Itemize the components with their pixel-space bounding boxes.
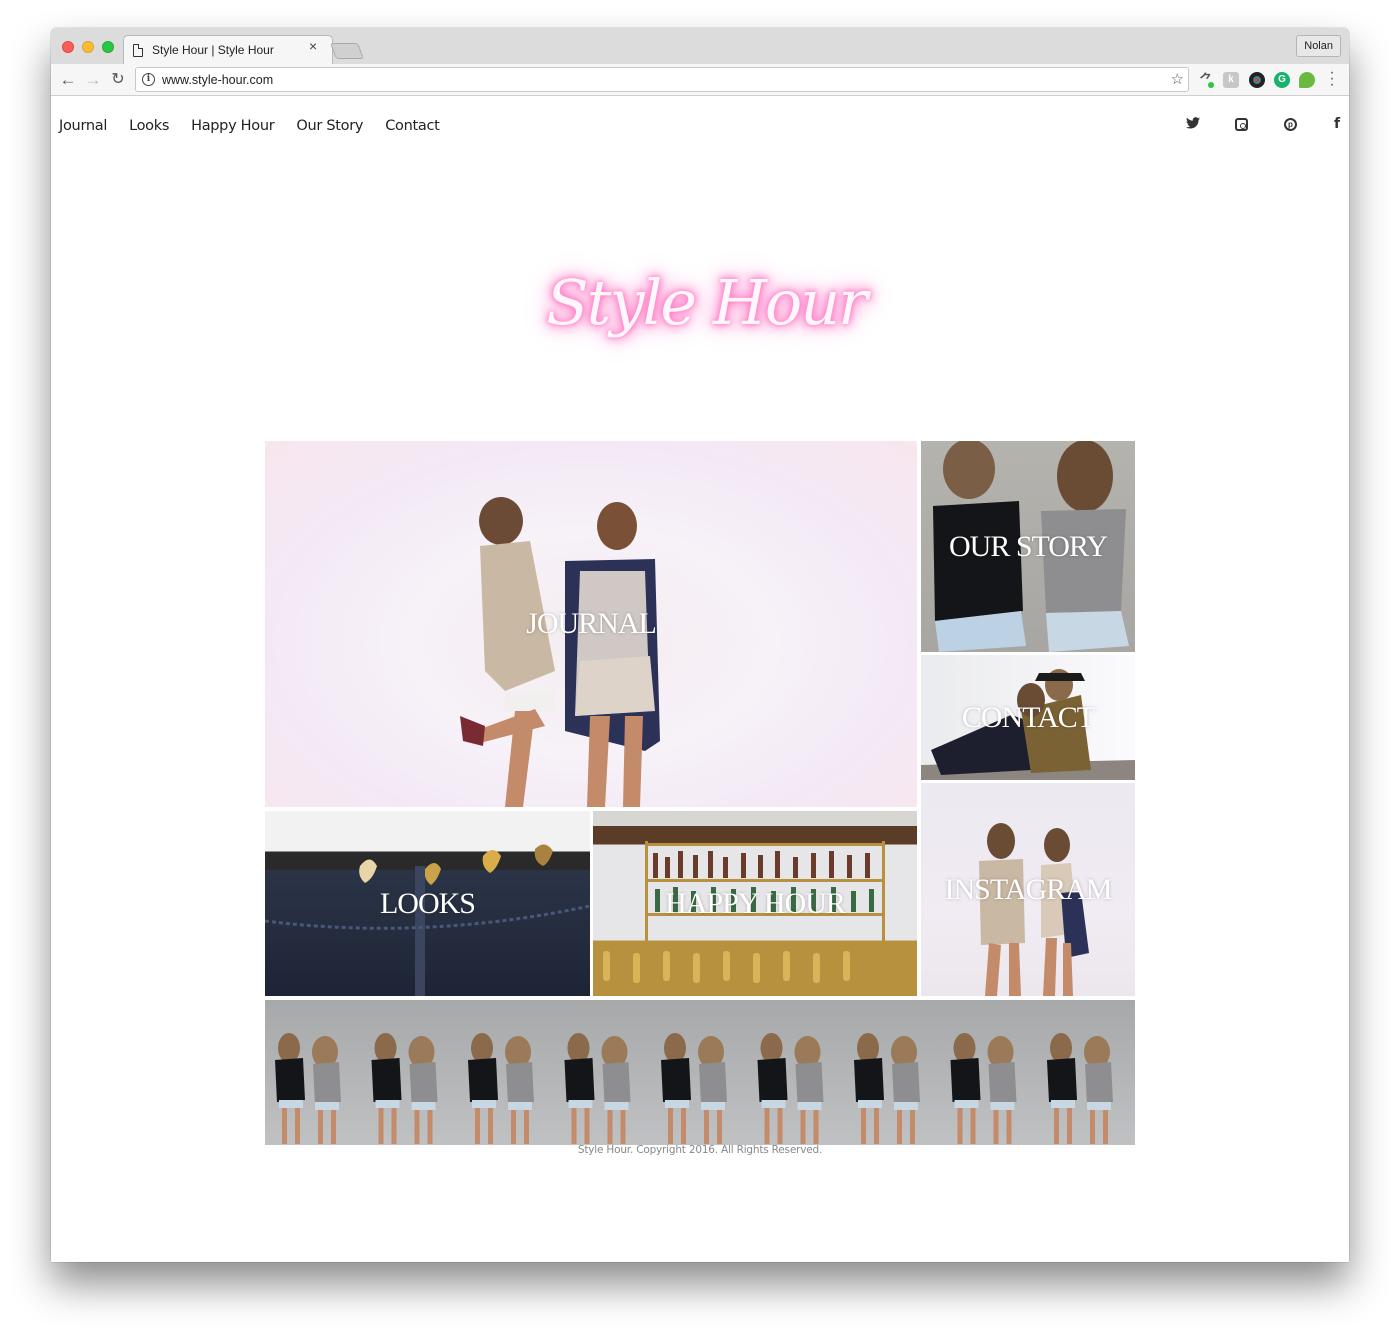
evernote-icon[interactable] <box>1299 72 1315 88</box>
nav-journal[interactable]: Journal <box>59 118 107 134</box>
logo-neon-text: Style Hour <box>546 266 868 339</box>
tile-label-our-story: OUR STORY <box>949 529 1108 563</box>
instagram-icon[interactable] <box>1235 118 1248 131</box>
tile-grid: JOURNAL OUR STORY CONTACT LOOKS HAPPY HO… <box>265 441 1135 1145</box>
strip-frame <box>854 1033 920 1144</box>
url-text[interactable]: www.style-hour.com <box>162 73 273 87</box>
site-logo[interactable]: Style Hour <box>541 246 871 396</box>
site-nav: Journal Looks Happy Hour Our Story Conta… <box>59 118 462 134</box>
new-tab-button[interactable] <box>330 43 364 59</box>
nav-our-story[interactable]: Our Story <box>296 118 363 134</box>
strip-frame <box>1047 1033 1113 1144</box>
browser-window: Style Hour | Style Hour × Nolan ← → ↻ i … <box>51 28 1349 1262</box>
tile-label-instagram: INSTAGRAM <box>944 872 1113 906</box>
strip-frame <box>371 1033 438 1144</box>
minimize-window-button[interactable] <box>82 41 94 53</box>
web-page: Journal Looks Happy Hour Our Story Conta… <box>51 96 1349 1262</box>
strip-frame <box>564 1033 631 1144</box>
grammarly-icon[interactable]: G <box>1274 72 1290 88</box>
tile-instagram[interactable]: INSTAGRAM <box>921 783 1135 996</box>
tile-label-looks: LOOKS <box>379 886 476 920</box>
tile-looks[interactable]: LOOKS <box>265 811 590 996</box>
tab-content[interactable]: Style Hour | Style Hour <box>133 36 333 64</box>
strip-frame <box>275 1033 341 1144</box>
strip-frame <box>757 1033 824 1144</box>
footer-copyright: Style Hour. Copyright 2016. All Rights R… <box>577 1144 823 1156</box>
pinterest-icon[interactable]: p <box>1284 118 1297 131</box>
page-icon <box>133 43 143 57</box>
facebook-icon[interactable]: f <box>1329 116 1345 132</box>
bookmark-star-icon[interactable]: ☆ <box>1171 70 1184 88</box>
tab-strip: Style Hour | Style Hour × Nolan <box>51 28 1349 64</box>
nav-happy-hour[interactable]: Happy Hour <box>191 118 275 134</box>
profile-button[interactable]: Nolan <box>1296 35 1341 57</box>
address-bar[interactable]: i www.style-hour.com ☆ <box>135 67 1189 92</box>
nav-contact[interactable]: Contact <box>385 118 440 134</box>
browser-toolbar: ← → ↻ i www.style-hour.com ☆ ⺈ k G · · · <box>51 64 1349 96</box>
strip-frame <box>468 1033 534 1144</box>
forward-arrow-icon[interactable]: → <box>82 69 104 91</box>
tile-label-contact: CONTACT <box>961 700 1095 734</box>
strip-frame <box>950 1033 1017 1144</box>
tile-happy-hour[interactable]: HAPPY HOUR <box>593 811 917 996</box>
color-extension-icon[interactable] <box>1249 72 1265 88</box>
tab-close-icon[interactable]: × <box>309 39 317 53</box>
twitter-icon[interactable] <box>1185 116 1201 132</box>
menu-icon[interactable]: · · · <box>1327 65 1337 93</box>
back-arrow-icon[interactable]: ← <box>57 69 79 91</box>
close-window-button[interactable] <box>62 41 74 53</box>
tile-journal[interactable]: JOURNAL <box>265 441 917 807</box>
reload-icon[interactable]: ↻ <box>107 69 129 91</box>
tile-our-story[interactable]: OUR STORY <box>921 441 1135 652</box>
nav-looks[interactable]: Looks <box>129 118 169 134</box>
tile-label-journal: JOURNAL <box>526 607 657 640</box>
tool-extension-icon[interactable]: ⺈ <box>1198 72 1214 88</box>
zoom-window-button[interactable] <box>102 41 114 53</box>
banner-strip-photo <box>275 1033 1113 1144</box>
tab-title: Style Hour | Style Hour <box>152 43 274 57</box>
info-icon[interactable]: i <box>142 73 155 86</box>
tile-banner-strip[interactable] <box>265 1000 1135 1145</box>
strip-frame <box>661 1033 727 1144</box>
tile-label-happy-hour: HAPPY HOUR <box>665 886 846 920</box>
tile-contact[interactable]: CONTACT <box>921 655 1135 780</box>
k-extension-icon[interactable]: k <box>1223 72 1239 88</box>
